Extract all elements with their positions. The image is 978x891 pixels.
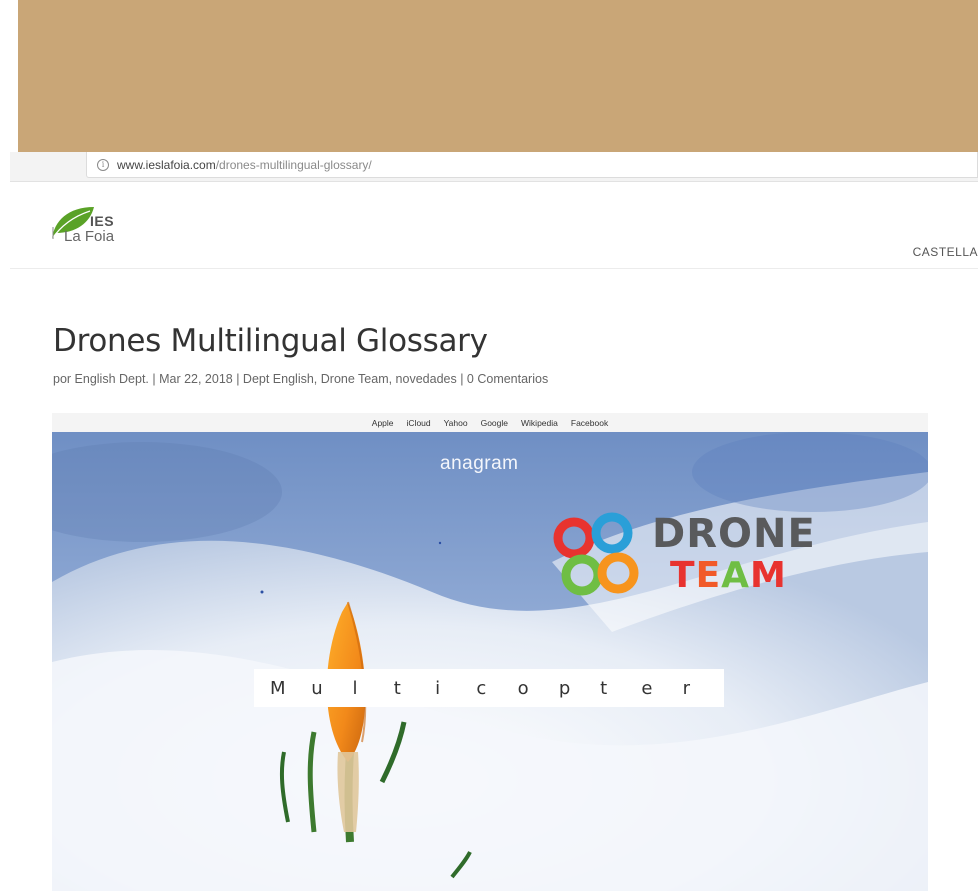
team-letter: A — [721, 555, 751, 596]
anagram-letter: e — [641, 677, 653, 699]
info-icon[interactable]: i — [97, 158, 109, 171]
nav-castellano-link[interactable]: CASTELLA — [913, 245, 978, 259]
logo-lafoia-text: La Foia — [64, 228, 115, 245]
browser-address-bar: i www.ieslafoia.com/drones-multilingual-… — [10, 152, 978, 182]
drone-word: DRONE — [652, 511, 816, 557]
bookmark-facebook[interactable]: Facebook — [571, 418, 608, 428]
anagram-letter: t — [393, 677, 401, 699]
post-title: Drones Multilingual Glossary — [53, 323, 488, 359]
anagram-letter: u — [311, 677, 323, 699]
logo-ies-text: IES — [90, 213, 115, 229]
bookmark-google[interactable]: Google — [481, 418, 508, 428]
team-letter: M — [750, 555, 787, 596]
url-path: /drones-multilingual-glossary/ — [215, 157, 372, 172]
url-field[interactable]: i www.ieslafoia.com/drones-multilingual-… — [86, 152, 978, 178]
anagram-letter: M — [270, 677, 286, 699]
bookmark-yahoo[interactable]: Yahoo — [444, 418, 468, 428]
anagram-letter: o — [517, 677, 529, 699]
anagram-word-box: Mu l t i c o p t e r — [254, 669, 724, 707]
team-word: TEAM — [670, 555, 787, 596]
snow-flower-photo — [52, 432, 928, 891]
drone-team-logo: DRONE TEAM — [542, 503, 882, 613]
post-meta: por English Dept. | Mar 22, 2018 | Dept … — [53, 372, 549, 386]
anagram-letter: r — [682, 677, 691, 699]
featured-image: Apple iCloud Yahoo Google Wikipedia Face… — [52, 413, 928, 891]
bookmark-icloud[interactable]: iCloud — [407, 418, 431, 428]
anagram-letter: c — [476, 677, 487, 699]
site-logo[interactable]: IES La Foia — [50, 201, 160, 249]
drone-swirl-logo-icon — [553, 512, 639, 596]
anagram-letter: t — [600, 677, 608, 699]
top-banner — [18, 0, 978, 152]
anagram-letter: i — [435, 677, 441, 699]
site-header: IES La Foia CASTELLA — [10, 183, 978, 269]
team-letter: T — [670, 555, 696, 596]
bookmark-apple[interactable]: Apple — [372, 418, 394, 428]
team-letter: E — [695, 555, 722, 596]
bookmarks-bar: Apple iCloud Yahoo Google Wikipedia Face… — [52, 413, 928, 432]
bookmark-wikipedia[interactable]: Wikipedia — [521, 418, 558, 428]
url-host: www.ieslafoia.com — [117, 157, 216, 172]
anagram-letter: l — [352, 677, 358, 699]
anagram-letter: p — [558, 677, 571, 699]
anagram-title: anagram — [440, 453, 519, 474]
